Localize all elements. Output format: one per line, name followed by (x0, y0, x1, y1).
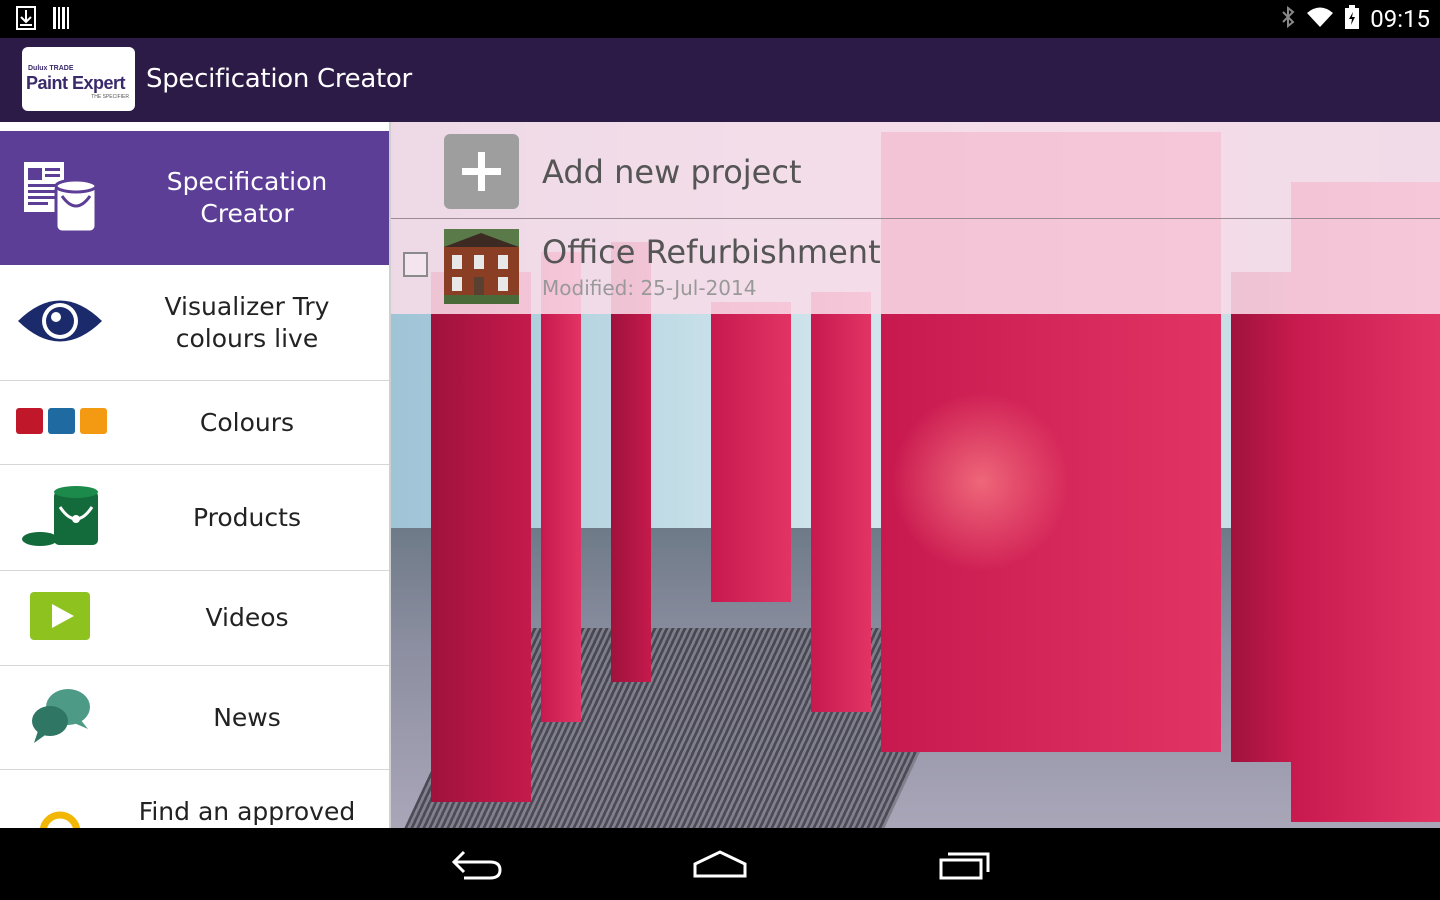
sidebar-item-label: Products (193, 502, 301, 532)
sidebar-item-colours[interactable]: Colours (0, 381, 389, 465)
status-bar: 09:15 (0, 0, 1440, 38)
sidebar-item-label: Colours (199, 407, 295, 437)
paint-expert-logo[interactable]: Dulux TRADE Paint Expert THE SPECIFIER (22, 47, 135, 111)
logo-name: Paint Expert (26, 73, 126, 93)
eye-icon (16, 294, 104, 352)
page-title: Specification Creator (146, 64, 412, 94)
list-item[interactable]: Office Refurbishment Modified: 25-Jul-20… (391, 219, 1440, 314)
sidebar-item-videos[interactable]: Videos (0, 571, 389, 666)
logo-tagline: THE SPECIFIER (91, 94, 129, 100)
add-project-row[interactable]: Add new project (391, 122, 1440, 219)
project-list-panel: Add new project Office Refurbishment Mod… (391, 122, 1440, 828)
sidebar-item-visualizer[interactable]: Visualizer Try colours live (0, 265, 389, 381)
project-checkbox[interactable] (403, 252, 428, 277)
download-notification-icon (16, 6, 36, 34)
sidebar-item-label: News (213, 702, 281, 732)
spec-creator-icon (16, 156, 100, 240)
barcode-notification-icon (52, 6, 72, 34)
sidebar-item-find-approved[interactable]: Find an approved (0, 770, 389, 828)
colour-swatches-icon (16, 406, 108, 440)
sidebar: Specification Creator Visualizer Try col… (0, 122, 391, 828)
sidebar-item-label: Visualizer Try colours live (164, 291, 330, 353)
home-icon[interactable] (692, 846, 748, 886)
sidebar-item-specification-creator[interactable]: Specification Creator (0, 131, 389, 265)
recent-apps-icon[interactable] (938, 846, 992, 886)
sidebar-item-news[interactable]: News (0, 666, 389, 770)
location-icon (38, 810, 82, 828)
play-icon (30, 592, 90, 644)
project-thumbnail (444, 229, 519, 304)
wifi-icon (1306, 5, 1334, 33)
project-list: Add new project Office Refurbishment Mod… (391, 122, 1440, 314)
project-modified-date: Modified: 25-Jul-2014 (542, 276, 757, 300)
paint-can-icon (16, 483, 102, 553)
clock: 09:15 (1370, 5, 1430, 33)
back-icon[interactable] (450, 846, 504, 886)
battery-icon (1344, 4, 1360, 34)
bluetooth-icon (1280, 5, 1296, 33)
add-icon[interactable] (444, 134, 519, 209)
project-name: Office Refurbishment (542, 233, 881, 271)
chat-bubbles-icon (30, 687, 92, 749)
sidebar-item-products[interactable]: Products (0, 465, 389, 571)
sidebar-item-label: Videos (205, 603, 289, 632)
sidebar-item-label: Find an approved (138, 797, 356, 826)
logo-brand: Dulux TRADE (28, 65, 74, 72)
action-bar: Dulux TRADE Paint Expert THE SPECIFIER S… (0, 38, 1440, 122)
navigation-bar (0, 828, 1440, 900)
sidebar-item-label: Specification Creator (166, 167, 328, 228)
add-project-label: Add new project (542, 153, 802, 191)
